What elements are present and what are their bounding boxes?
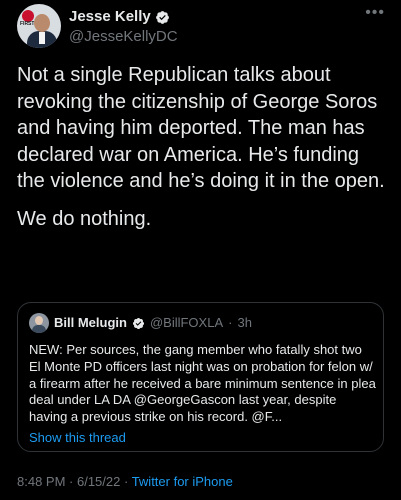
show-thread-link[interactable]: Show this thread: [29, 429, 126, 447]
separator-dot: ·: [65, 474, 77, 489]
quoted-tweet-time: 3h: [237, 315, 252, 330]
separator-dot: ·: [228, 315, 233, 330]
tweet-source[interactable]: Twitter for iPhone: [132, 474, 233, 489]
quoted-author-avatar: [29, 313, 49, 333]
tweet-date[interactable]: 6/15/22: [77, 474, 120, 489]
quoted-author-handle: @BillFOXLA: [149, 315, 224, 330]
quoted-tweet-text: NEW: Per sources, the gang member who fa…: [29, 342, 376, 425]
tweet-paragraph: Not a single Republican talks about revo…: [17, 64, 385, 192]
tweet-body: Not a single Republican talks about revo…: [17, 62, 389, 232]
more-options-icon[interactable]: •••: [365, 5, 385, 21]
verified-badge-icon: [155, 10, 169, 24]
tweet-metadata: 8:48 PM · 6/15/22 · Twitter for iPhone: [17, 473, 233, 491]
verified-badge-icon: [132, 317, 145, 329]
quoted-tweet-card[interactable]: Bill Melugin @BillFOXLA · 3h NEW: Per so…: [17, 302, 384, 452]
tweet-time[interactable]: 8:48 PM: [17, 474, 65, 489]
avatar-logo-text: FIRST: [20, 21, 35, 27]
separator-dot: ·: [120, 474, 132, 489]
quoted-author-name: Bill Melugin: [54, 315, 127, 330]
author-avatar[interactable]: FIRST: [17, 4, 61, 48]
author-handle[interactable]: @JesseKellyDC: [69, 27, 178, 47]
author-display-name[interactable]: Jesse Kelly: [69, 7, 151, 27]
quoted-tweet-header: Bill Melugin @BillFOXLA · 3h: [29, 313, 252, 333]
tweet-header: FIRST Jesse Kelly @JesseKellyDC •••: [17, 4, 389, 54]
tweet-paragraph: We do nothing.: [17, 207, 152, 230]
author-names: Jesse Kelly @JesseKellyDC: [69, 7, 178, 47]
